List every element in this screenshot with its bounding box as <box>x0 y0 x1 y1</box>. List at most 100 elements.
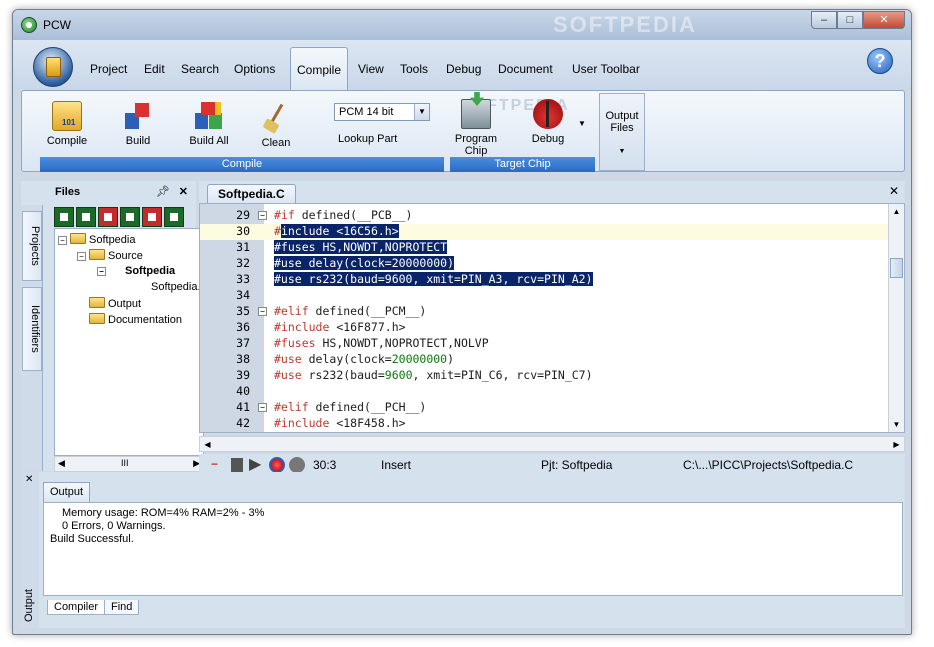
close-icon[interactable]: ✕ <box>25 474 33 485</box>
code-text: #use delay(clock=20000000) <box>274 256 455 270</box>
program-chip-button[interactable]: Program Chip <box>448 99 504 157</box>
tree-node-source[interactable]: − Source <box>77 249 143 262</box>
compile-group-label: Compile <box>40 157 444 172</box>
code-token: <16F877.h> <box>336 320 406 334</box>
code-line[interactable]: 32 #use delay(clock=20000000) <box>200 256 888 272</box>
scroll-thumb[interactable] <box>890 258 903 278</box>
debug-button[interactable]: Debug <box>520 99 576 145</box>
scroll-thumb[interactable]: III <box>121 458 129 468</box>
application-menu-button[interactable] <box>33 47 73 87</box>
code-line[interactable]: 34 <box>200 288 888 304</box>
scroll-left-icon[interactable]: ◀ <box>200 437 215 452</box>
tree-node-root[interactable]: − Softpedia <box>58 233 135 246</box>
new-file-icon[interactable] <box>120 207 140 227</box>
tree-node-documentation[interactable]: Documentation <box>77 313 182 326</box>
code-line[interactable]: 39 #use rs232(baud=9600, xmit=PIN_C6, rcv… <box>200 368 888 384</box>
fold-toggle-icon[interactable]: − <box>258 211 267 220</box>
tab-search[interactable]: Search <box>181 62 219 76</box>
folder-icon <box>70 233 86 244</box>
line-number: 32 <box>236 256 250 270</box>
tree-horizontal-scrollbar[interactable]: ◀ III ▶ <box>54 456 204 472</box>
code-token: #if <box>274 208 302 222</box>
tab-options[interactable]: Options <box>234 62 275 76</box>
code-token: #fuses <box>274 336 323 350</box>
build-label: Build <box>125 135 151 147</box>
stop-icon[interactable] <box>231 458 243 472</box>
code-editor[interactable]: 29− #if defined(__PCB__) 30 #include <16C56… <box>199 203 905 433</box>
tab-project[interactable]: Project <box>90 62 127 76</box>
build-button[interactable]: Build <box>118 101 158 147</box>
code-line[interactable]: 30 #include <16C56.h> <box>200 224 888 240</box>
editor-vertical-scrollbar[interactable]: ▲ ▼ <box>888 204 904 432</box>
tab-compiler[interactable]: Compiler <box>47 600 106 615</box>
close-icon[interactable]: ✕ <box>179 181 188 203</box>
tab-document[interactable]: Document <box>498 62 553 76</box>
code-line[interactable]: 38 #use delay(clock=20000000) <box>200 352 888 368</box>
record-icon[interactable] <box>269 457 285 473</box>
scroll-right-icon[interactable]: ▶ <box>889 437 904 452</box>
tree-icon[interactable] <box>164 207 184 227</box>
compiler-select[interactable]: PCM 14 bit ▼ <box>334 103 430 121</box>
clean-button[interactable]: Clean <box>256 103 296 149</box>
code-line[interactable]: 31 #fuses HS,NOWDT,NOPROTECT <box>200 240 888 256</box>
build-file-icon[interactable] <box>142 207 162 227</box>
output-line: 0 Errors, 0 Warnings. <box>62 520 166 532</box>
code-line[interactable]: 36 #include <16F877.h> <box>200 320 888 336</box>
pause-icon[interactable] <box>289 457 305 473</box>
code-token: rs232(baud= <box>308 368 385 382</box>
tree-node-project[interactable]: − Softpedia <box>97 265 175 277</box>
code-token: #fuses HS,NOWDT,NOPROTECT <box>274 240 448 254</box>
code-line[interactable]: 33 #use rs232(baud=9600, xmit=PIN_A3, rcv… <box>200 272 888 288</box>
line-number: 40 <box>236 384 250 398</box>
code-line[interactable]: 40 <box>200 384 888 400</box>
collapse-icon[interactable]: − <box>97 267 106 276</box>
output-files-button[interactable]: Output Files ▼ <box>599 93 645 171</box>
close-icon[interactable]: ✕ <box>889 184 899 198</box>
code-line[interactable]: 29− #if defined(__PCB__) <box>200 208 888 224</box>
code-line[interactable]: 35− #elif defined(__PCM__) <box>200 304 888 320</box>
tab-user-toolbar[interactable]: User Toolbar <box>572 62 640 76</box>
tab-find[interactable]: Find <box>104 600 140 615</box>
tab-view[interactable]: View <box>358 62 384 76</box>
folder-icon <box>46 57 61 77</box>
open-folder-icon[interactable] <box>54 207 74 227</box>
fold-toggle-icon[interactable]: − <box>258 403 267 412</box>
code-line[interactable]: 42 #include <18F458.h> <box>200 416 888 432</box>
tab-identifiers[interactable]: Identifiers <box>22 287 42 371</box>
remove-icon[interactable] <box>98 207 118 227</box>
editor-tab-softpedia[interactable]: Softpedia.C <box>207 184 296 203</box>
tab-compile[interactable]: Compile <box>290 47 349 91</box>
play-icon[interactable]: ▶ <box>249 457 265 473</box>
tab-edit[interactable]: Edit <box>144 62 165 76</box>
minus-icon[interactable]: − <box>211 457 227 473</box>
scroll-down-icon[interactable]: ▼ <box>889 417 904 432</box>
minimize-button[interactable]: ‒ <box>811 11 837 29</box>
compile-button[interactable]: Compile <box>42 101 92 147</box>
tab-debug[interactable]: Debug <box>446 62 481 76</box>
add-icon[interactable] <box>76 207 96 227</box>
lookup-part-button[interactable]: Lookup Part <box>338 133 397 145</box>
output-tab[interactable]: Output <box>43 482 91 502</box>
tree-node-label: Softpedia <box>89 234 136 246</box>
build-all-button[interactable]: Build All <box>182 101 236 147</box>
code-line[interactable]: 41− #elif defined(__PCH__) <box>200 400 888 416</box>
scroll-up-icon[interactable]: ▲ <box>889 204 904 219</box>
fold-toggle-icon[interactable]: − <box>258 307 267 316</box>
tab-projects[interactable]: Projects <box>22 211 42 281</box>
editor-horizontal-scrollbar[interactable]: ◀ ▶ <box>199 436 905 452</box>
scroll-left-icon[interactable]: ◀ <box>58 458 65 469</box>
tree-node-output[interactable]: Output <box>77 297 141 310</box>
tab-tools[interactable]: Tools <box>400 62 428 76</box>
tree-node-label: Documentation <box>108 314 182 326</box>
program-chip-icon <box>461 99 491 129</box>
collapse-icon[interactable]: − <box>58 236 67 245</box>
collapse-icon[interactable]: − <box>77 252 86 261</box>
close-button[interactable]: ✕ <box>863 11 905 29</box>
debug-dropdown-icon[interactable]: ▼ <box>578 119 586 128</box>
maximize-button[interactable]: □ <box>837 11 863 29</box>
chevron-down-icon[interactable]: ▼ <box>414 104 429 120</box>
code-line[interactable]: 37 #fuses HS,NOWDT,NOPROTECT,NOLVP <box>200 336 888 352</box>
tree-node-file[interactable]: Softpedia.c <box>151 281 203 293</box>
pin-icon[interactable]: 📌︎ <box>156 181 170 203</box>
help-icon[interactable]: ? <box>867 48 893 74</box>
